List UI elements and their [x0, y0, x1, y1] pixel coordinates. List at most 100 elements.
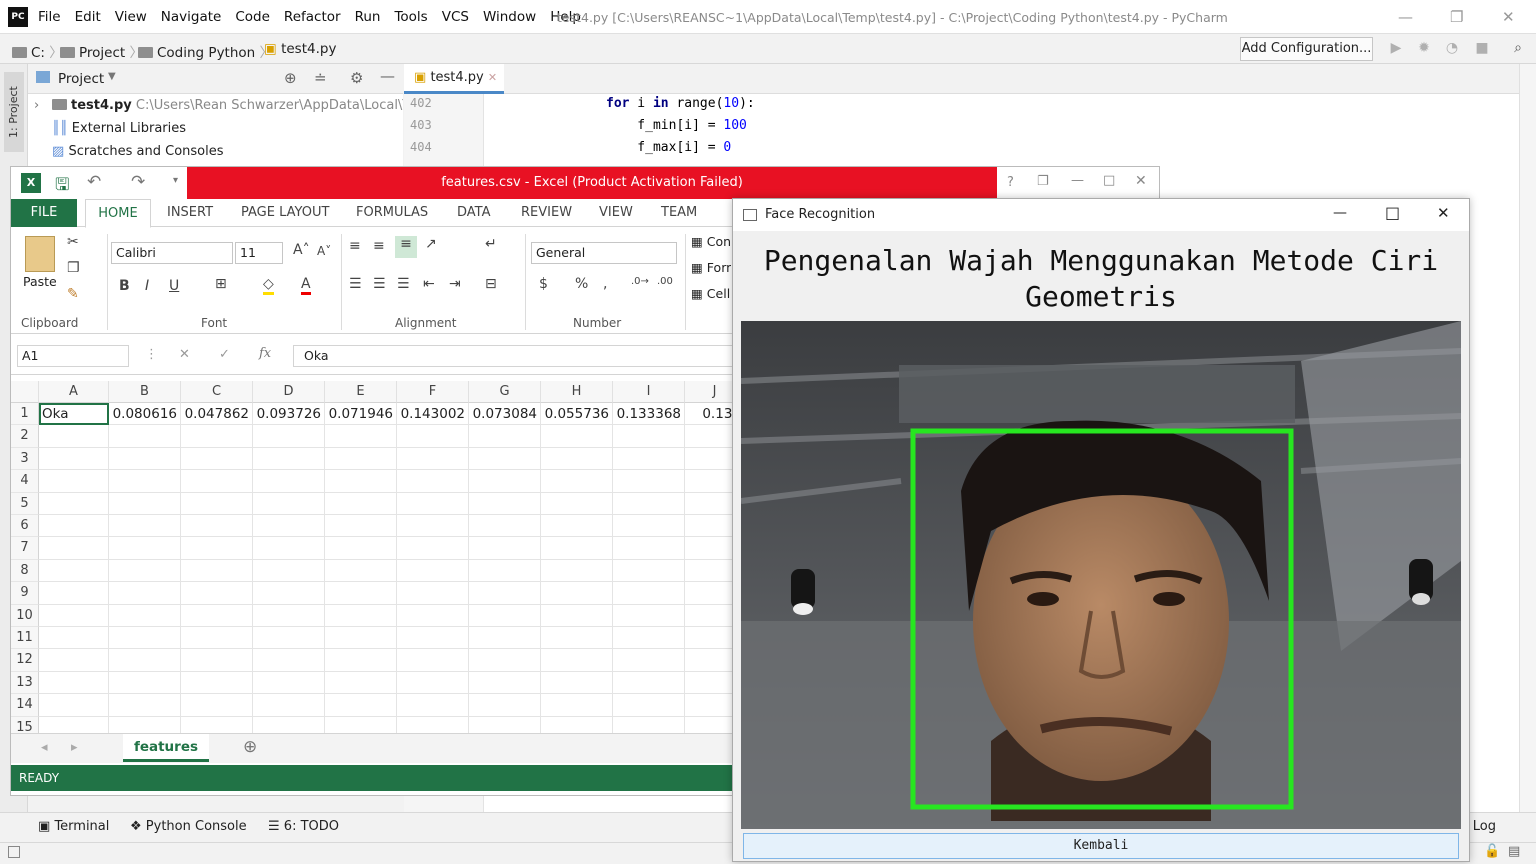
row-header-6[interactable]: 6 — [11, 515, 39, 538]
increase-decimal-icon[interactable]: .0→ — [631, 276, 649, 287]
empty-cell[interactable] — [181, 604, 253, 627]
empty-cell[interactable] — [39, 515, 109, 538]
tab-home[interactable]: HOME — [85, 199, 151, 228]
empty-cell[interactable] — [39, 694, 109, 717]
empty-cell[interactable] — [39, 537, 109, 560]
empty-cell[interactable] — [469, 470, 541, 493]
row-header-11[interactable]: 11 — [11, 627, 39, 650]
font-size-dropdown[interactable]: 11 — [235, 242, 283, 264]
menu-file[interactable]: File — [38, 9, 61, 25]
row-header-13[interactable]: 13 — [11, 671, 39, 695]
increase-indent-icon[interactable]: ⇥ — [449, 276, 461, 292]
row-header-4[interactable]: 4 — [11, 470, 39, 493]
menu-navigate[interactable]: Navigate — [161, 9, 222, 25]
menu-run[interactable]: Run — [355, 9, 381, 25]
breadcrumb-drive[interactable]: C: 〉 — [12, 41, 63, 61]
tab-view[interactable]: VIEW — [599, 205, 633, 220]
tree-item-external-libraries[interactable]: ║║ External Libraries — [28, 117, 403, 140]
empty-cell[interactable] — [397, 694, 469, 717]
empty-cell[interactable] — [181, 559, 253, 583]
empty-cell[interactable] — [39, 470, 109, 493]
row-header-7[interactable]: 7 — [11, 537, 39, 560]
cell-styles-button[interactable]: ▦ Cell Styles — [691, 286, 731, 301]
maximize-icon[interactable]: □ — [1385, 203, 1400, 222]
bottom-align-icon[interactable]: ≡ — [395, 236, 417, 258]
empty-cell[interactable] — [325, 559, 397, 583]
empty-cell[interactable] — [181, 447, 253, 471]
font-color-icon[interactable]: A — [301, 276, 311, 295]
increase-font-icon[interactable]: A˄ — [293, 242, 310, 258]
empty-cell[interactable] — [325, 425, 397, 448]
tab-insert[interactable]: INSERT — [167, 205, 213, 220]
menu-code[interactable]: Code — [235, 9, 270, 25]
menu-refactor[interactable]: Refactor — [284, 9, 341, 25]
cell-g1[interactable]: 0.073084 — [469, 403, 541, 426]
row-header-10[interactable]: 10 — [11, 604, 39, 627]
empty-cell[interactable] — [541, 671, 613, 695]
column-header-b[interactable]: B — [109, 381, 181, 403]
align-center-icon[interactable]: ☰ — [373, 276, 386, 292]
cell-f1[interactable]: 0.143002 — [397, 403, 469, 426]
empty-cell[interactable] — [253, 492, 325, 515]
empty-cell[interactable] — [613, 582, 685, 605]
empty-cell[interactable] — [181, 470, 253, 493]
empty-cell[interactable] — [181, 627, 253, 650]
column-header-c[interactable]: C — [181, 381, 253, 403]
row-header-3[interactable]: 3 — [11, 447, 39, 471]
empty-cell[interactable] — [325, 671, 397, 695]
empty-cell[interactable] — [181, 515, 253, 538]
collapse-icon[interactable]: ≐ — [314, 69, 327, 87]
middle-align-icon[interactable]: ≡ — [373, 238, 385, 254]
empty-cell[interactable] — [541, 559, 613, 583]
empty-cell[interactable] — [541, 515, 613, 538]
empty-cell[interactable] — [397, 447, 469, 471]
merge-center-icon[interactable]: ⊟ — [485, 276, 497, 292]
cell-i1[interactable]: 0.133368 — [613, 403, 685, 426]
tab-page-layout[interactable]: PAGE LAYOUT — [241, 205, 329, 220]
hide-icon[interactable]: — — [380, 67, 395, 85]
menu-vcs[interactable]: VCS — [442, 9, 469, 25]
minimize-icon[interactable]: — — [1071, 173, 1084, 188]
chevron-down-icon[interactable]: ▼ — [108, 71, 116, 82]
empty-cell[interactable] — [469, 559, 541, 583]
empty-cell[interactable] — [397, 515, 469, 538]
empty-cell[interactable] — [397, 582, 469, 605]
project-panel-title[interactable]: Project — [58, 71, 104, 87]
breadcrumb-project[interactable]: Project 〉 — [60, 41, 143, 61]
empty-cell[interactable] — [325, 582, 397, 605]
column-header-i[interactable]: I — [613, 381, 685, 403]
empty-cell[interactable] — [181, 582, 253, 605]
empty-cell[interactable] — [397, 604, 469, 627]
empty-cell[interactable] — [613, 425, 685, 448]
italic-icon[interactable]: I — [145, 278, 149, 294]
empty-cell[interactable] — [181, 537, 253, 560]
number-format-dropdown[interactable]: General — [531, 242, 677, 264]
layout-icon[interactable] — [8, 846, 20, 858]
editor-right-scrollbar[interactable] — [1519, 64, 1536, 854]
ribbon-display-icon[interactable]: ❐ — [1037, 174, 1049, 189]
fill-color-icon[interactable]: ◇ — [263, 276, 274, 295]
minimize-icon[interactable]: — — [1333, 205, 1347, 221]
customize-toolbar-icon[interactable]: ▾ — [173, 175, 178, 186]
empty-cell[interactable] — [541, 537, 613, 560]
inspector-icon[interactable]: ▤ — [1508, 844, 1520, 859]
empty-cell[interactable] — [325, 604, 397, 627]
empty-cell[interactable] — [613, 515, 685, 538]
empty-cell[interactable] — [541, 582, 613, 605]
empty-cell[interactable] — [613, 470, 685, 493]
wrap-text-icon[interactable]: ↵ — [485, 236, 497, 252]
empty-cell[interactable] — [253, 671, 325, 695]
empty-cell[interactable] — [469, 425, 541, 448]
tab-team[interactable]: TEAM — [661, 205, 697, 220]
empty-cell[interactable] — [613, 604, 685, 627]
empty-cell[interactable] — [469, 492, 541, 515]
row-header-5[interactable]: 5 — [11, 492, 39, 515]
empty-cell[interactable] — [541, 604, 613, 627]
empty-cell[interactable] — [397, 492, 469, 515]
column-header-g[interactable]: G — [469, 381, 541, 403]
empty-cell[interactable] — [39, 447, 109, 471]
empty-cell[interactable] — [541, 627, 613, 650]
undo-icon[interactable]: ↶ — [87, 172, 101, 192]
save-icon[interactable]: 🖫 — [55, 172, 69, 201]
empty-cell[interactable] — [253, 515, 325, 538]
